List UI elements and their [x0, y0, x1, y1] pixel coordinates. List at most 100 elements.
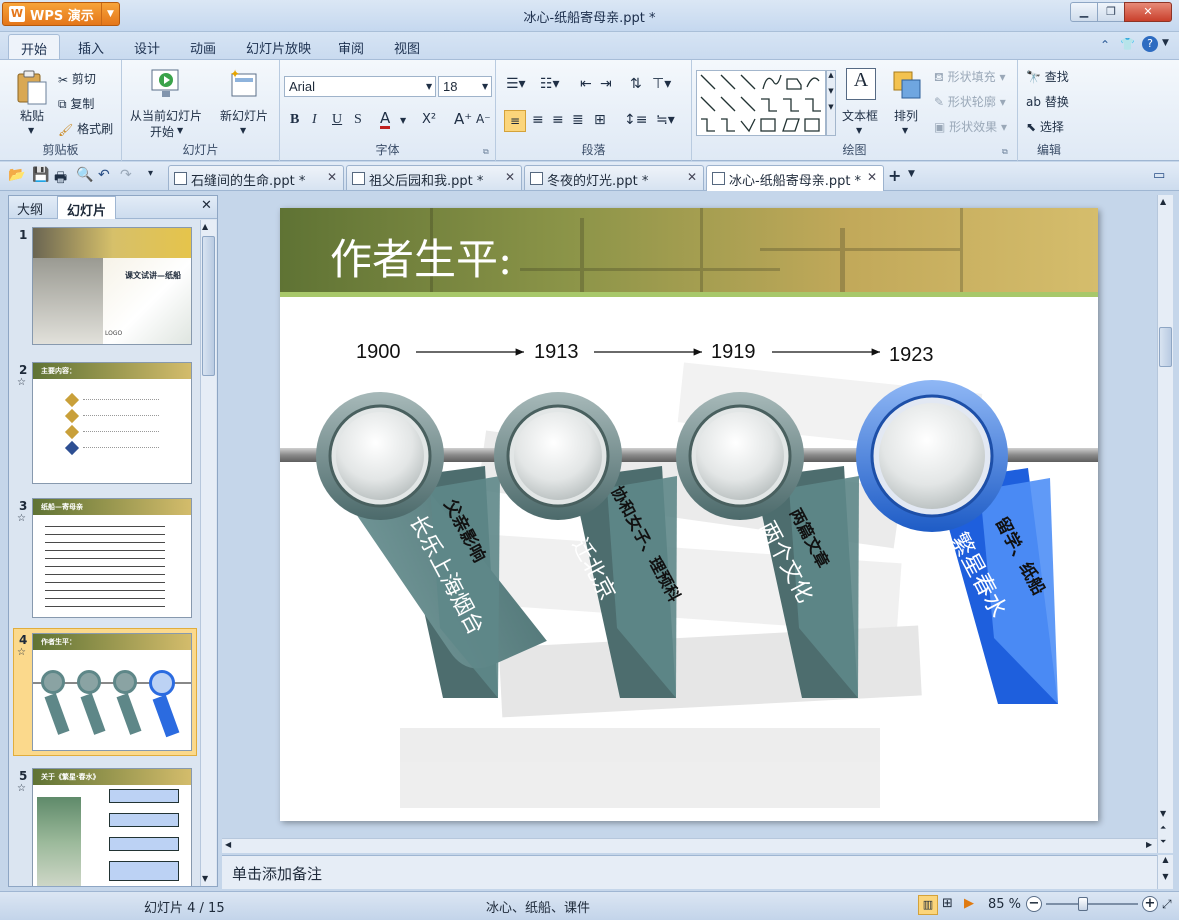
- superscript-button[interactable]: X²: [422, 112, 436, 127]
- font-color-button[interactable]: A: [380, 110, 391, 129]
- scroll-up-icon[interactable]: ▲: [202, 222, 208, 231]
- close-icon[interactable]: ✕: [505, 170, 515, 184]
- tab-design[interactable]: 设计: [134, 38, 160, 57]
- format-painter-button[interactable]: 🖌 格式刷: [58, 120, 113, 137]
- notes-placeholder[interactable]: 单击添加备注: [232, 865, 322, 883]
- print-preview-icon[interactable]: 🔍: [76, 167, 93, 183]
- tab-slides[interactable]: 幻灯片: [57, 196, 117, 219]
- help-icon[interactable]: ?: [1142, 36, 1158, 52]
- chevron-down-icon[interactable]: ▼: [902, 126, 908, 135]
- scroll-thumb[interactable]: [202, 236, 215, 376]
- tab-review[interactable]: 审阅: [338, 38, 364, 57]
- copy-button[interactable]: ⧉ 复制: [58, 95, 94, 112]
- select-button[interactable]: ⬉ 选择: [1026, 118, 1064, 135]
- fit-window-icon[interactable]: ⤢: [1162, 897, 1172, 912]
- shrink-font-button[interactable]: A⁻: [476, 112, 491, 126]
- slide-thumbnail[interactable]: 主要内容：: [32, 362, 192, 484]
- align-left-button[interactable]: ≡: [504, 110, 526, 132]
- zoom-slider-thumb[interactable]: [1078, 897, 1088, 911]
- new-tab-icon[interactable]: +: [888, 166, 901, 185]
- zoom-in-button[interactable]: +: [1142, 896, 1158, 912]
- zoom-out-button[interactable]: −: [1026, 896, 1042, 912]
- justify-button[interactable]: ≣: [572, 112, 584, 128]
- play-from-current-icon[interactable]: [150, 66, 184, 103]
- slide-thumbnail[interactable]: 课文试讲—纸船 LOGO: [32, 227, 192, 345]
- slide-canvas[interactable]: 作者生平: 1900 1913 1919 1923 父亲影响 长乐上海烟台 协和…: [280, 208, 1098, 821]
- cut-button[interactable]: ✂ 剪切: [58, 70, 96, 87]
- undo-icon[interactable]: ↶: [98, 167, 110, 183]
- dialog-launcher-icon[interactable]: ⧉: [483, 147, 489, 157]
- play-from-current-button[interactable]: 从当前幻灯片: [130, 107, 202, 124]
- tab-view[interactable]: 视图: [394, 38, 420, 57]
- open-folder-icon[interactable]: 📂: [8, 167, 25, 183]
- notes-pane[interactable]: 单击添加备注: [222, 855, 1172, 889]
- new-slide-button[interactable]: 新幻灯片: [220, 107, 268, 124]
- scroll-thumb[interactable]: [1159, 327, 1172, 367]
- notes-scrollbar[interactable]: ▲ ▼: [1157, 855, 1173, 889]
- chevron-down-icon[interactable]: ▼: [177, 126, 183, 135]
- align-text-button[interactable]: ⊤▾: [652, 76, 671, 92]
- doc-tab[interactable]: 祖父后园和我.ppt * ✕: [346, 165, 522, 190]
- chevron-down-icon[interactable]: ▼: [856, 126, 862, 135]
- tab-list-icon[interactable]: ▭: [1153, 168, 1165, 183]
- collapse-ribbon-icon[interactable]: ⌃: [1100, 38, 1110, 52]
- shape-effect-button[interactable]: ▣ 形状效果 ▾: [934, 118, 1007, 135]
- paste-icon[interactable]: [14, 68, 48, 106]
- slide-sorter-button[interactable]: ⊞: [942, 896, 953, 911]
- paragraph-spacing-button[interactable]: ≒▾: [656, 112, 675, 128]
- close-button[interactable]: ✕: [1124, 2, 1172, 22]
- increase-indent-button[interactable]: ⇥: [600, 76, 612, 92]
- textbox-icon[interactable]: A: [846, 68, 876, 100]
- paste-button[interactable]: 粘贴: [20, 107, 44, 124]
- tab-animation[interactable]: 动画: [190, 38, 216, 57]
- shape-outline-button[interactable]: ✎ 形状轮廓 ▾: [934, 93, 1006, 110]
- arrange-icon[interactable]: [892, 70, 922, 100]
- tab-insert[interactable]: 插入: [78, 38, 104, 57]
- scroll-down-icon[interactable]: ▼: [1160, 809, 1166, 818]
- chevron-down-icon[interactable]: ▼: [1162, 38, 1169, 48]
- text-direction-button[interactable]: ⇅: [630, 76, 642, 92]
- chevron-down-icon[interactable]: ▼: [28, 126, 34, 135]
- scroll-left-icon[interactable]: ◀: [225, 840, 231, 849]
- align-right-button[interactable]: ≡: [552, 112, 564, 128]
- replace-button[interactable]: ab 替换: [1026, 93, 1069, 110]
- close-icon[interactable]: ✕: [867, 170, 877, 184]
- arrange-button[interactable]: 排列: [894, 107, 918, 124]
- decrease-indent-button[interactable]: ⇤: [580, 76, 592, 92]
- prev-slide-icon[interactable]: ⏶: [1160, 823, 1166, 833]
- textbox-button[interactable]: 文本框: [842, 107, 878, 124]
- scroll-down-icon[interactable]: ▼: [1158, 872, 1173, 881]
- minimize-button[interactable]: ▁: [1070, 2, 1098, 22]
- new-slide-icon[interactable]: ✦: [228, 67, 260, 103]
- slide-thumbnail[interactable]: 纸船—寄母亲: [32, 498, 192, 618]
- redo-icon[interactable]: ↷: [120, 167, 132, 183]
- tab-home[interactable]: 开始: [8, 34, 61, 61]
- close-icon[interactable]: ✕: [327, 170, 337, 184]
- doc-tab[interactable]: 石缝间的生命.ppt * ✕: [168, 165, 344, 190]
- shadow-button[interactable]: S: [354, 112, 362, 128]
- editor-horizontal-scrollbar[interactable]: ◀ ▶: [222, 838, 1157, 853]
- next-slide-icon[interactable]: ⏷: [1160, 837, 1166, 847]
- bold-button[interactable]: B: [290, 112, 299, 128]
- line-spacing-button[interactable]: ↕≡: [624, 112, 647, 128]
- distribute-button[interactable]: ⊞: [594, 112, 606, 128]
- thumbnail-scrollbar[interactable]: ▲ ▼: [200, 220, 216, 886]
- grow-font-button[interactable]: A⁺: [454, 110, 472, 128]
- shape-fill-button[interactable]: ⛾ 形状填充 ▾: [934, 68, 1006, 86]
- slide-thumbnail[interactable]: 关于《繁星·春水》: [32, 768, 192, 886]
- skin-icon[interactable]: 👕: [1120, 37, 1135, 51]
- find-button[interactable]: 🔭 查找: [1026, 68, 1069, 85]
- close-panel-icon[interactable]: ✕: [201, 198, 212, 213]
- shapes-gallery[interactable]: [696, 70, 826, 136]
- slide-thumbnail-selected[interactable]: 作者生平：: [32, 633, 192, 751]
- dialog-launcher-icon[interactable]: ⧉: [1002, 147, 1008, 157]
- gallery-scroll[interactable]: ▲ ▼ ▼: [826, 70, 836, 136]
- chevron-down-icon[interactable]: ▼: [908, 169, 915, 179]
- slideshow-button[interactable]: ▶: [964, 896, 974, 911]
- italic-button[interactable]: I: [312, 112, 317, 128]
- tab-slideshow[interactable]: 幻灯片放映: [246, 38, 311, 57]
- save-icon[interactable]: 💾: [32, 167, 49, 183]
- scroll-up-icon[interactable]: ▲: [1158, 855, 1173, 864]
- scroll-up-icon[interactable]: ▲: [1160, 197, 1166, 206]
- chevron-down-icon[interactable]: ▼: [240, 126, 246, 135]
